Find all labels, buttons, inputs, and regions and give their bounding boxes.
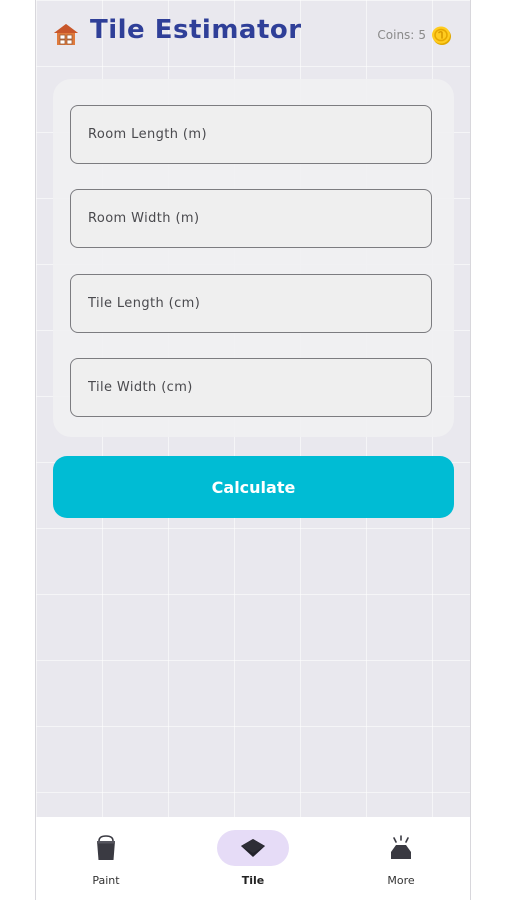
tile-icon bbox=[241, 839, 265, 857]
coins-indicator: Coins: 5 bbox=[377, 24, 452, 46]
nav-item-tile[interactable]: Tile bbox=[193, 817, 313, 900]
nav-item-more[interactable]: More bbox=[341, 817, 461, 900]
room-width-input[interactable] bbox=[71, 190, 431, 247]
calculate-button[interactable]: Calculate bbox=[53, 456, 454, 518]
nav-label-more: More bbox=[387, 874, 415, 887]
room-length-input[interactable] bbox=[71, 106, 431, 163]
coins-value: 5 bbox=[418, 28, 426, 42]
app-title: Tile Estimator bbox=[90, 15, 302, 45]
room-length-field[interactable] bbox=[70, 105, 432, 164]
nav-item-paint[interactable]: Paint bbox=[46, 817, 166, 900]
more-icon bbox=[391, 835, 411, 859]
tile-length-field[interactable] bbox=[70, 274, 432, 333]
app-header: Tile Estimator Coins: 5 bbox=[36, 0, 470, 70]
app-screen: Tile Estimator Coins: 5 Calculate bbox=[36, 0, 470, 900]
house-tiles-icon bbox=[54, 24, 78, 45]
screen-edge-right bbox=[470, 0, 471, 900]
tile-width-field[interactable] bbox=[70, 358, 432, 417]
tile-length-input[interactable] bbox=[71, 275, 431, 332]
bottom-navigation: Paint Tile More bbox=[36, 817, 470, 900]
nav-label-tile: Tile bbox=[241, 874, 265, 887]
room-width-field[interactable] bbox=[70, 189, 432, 248]
tile-width-input[interactable] bbox=[71, 359, 431, 416]
nav-label-paint: Paint bbox=[92, 874, 120, 887]
gold-coin-icon bbox=[432, 26, 451, 45]
paint-bucket-icon bbox=[97, 835, 115, 860]
estimator-form-card bbox=[53, 79, 454, 437]
coins-label: Coins: bbox=[377, 28, 415, 42]
